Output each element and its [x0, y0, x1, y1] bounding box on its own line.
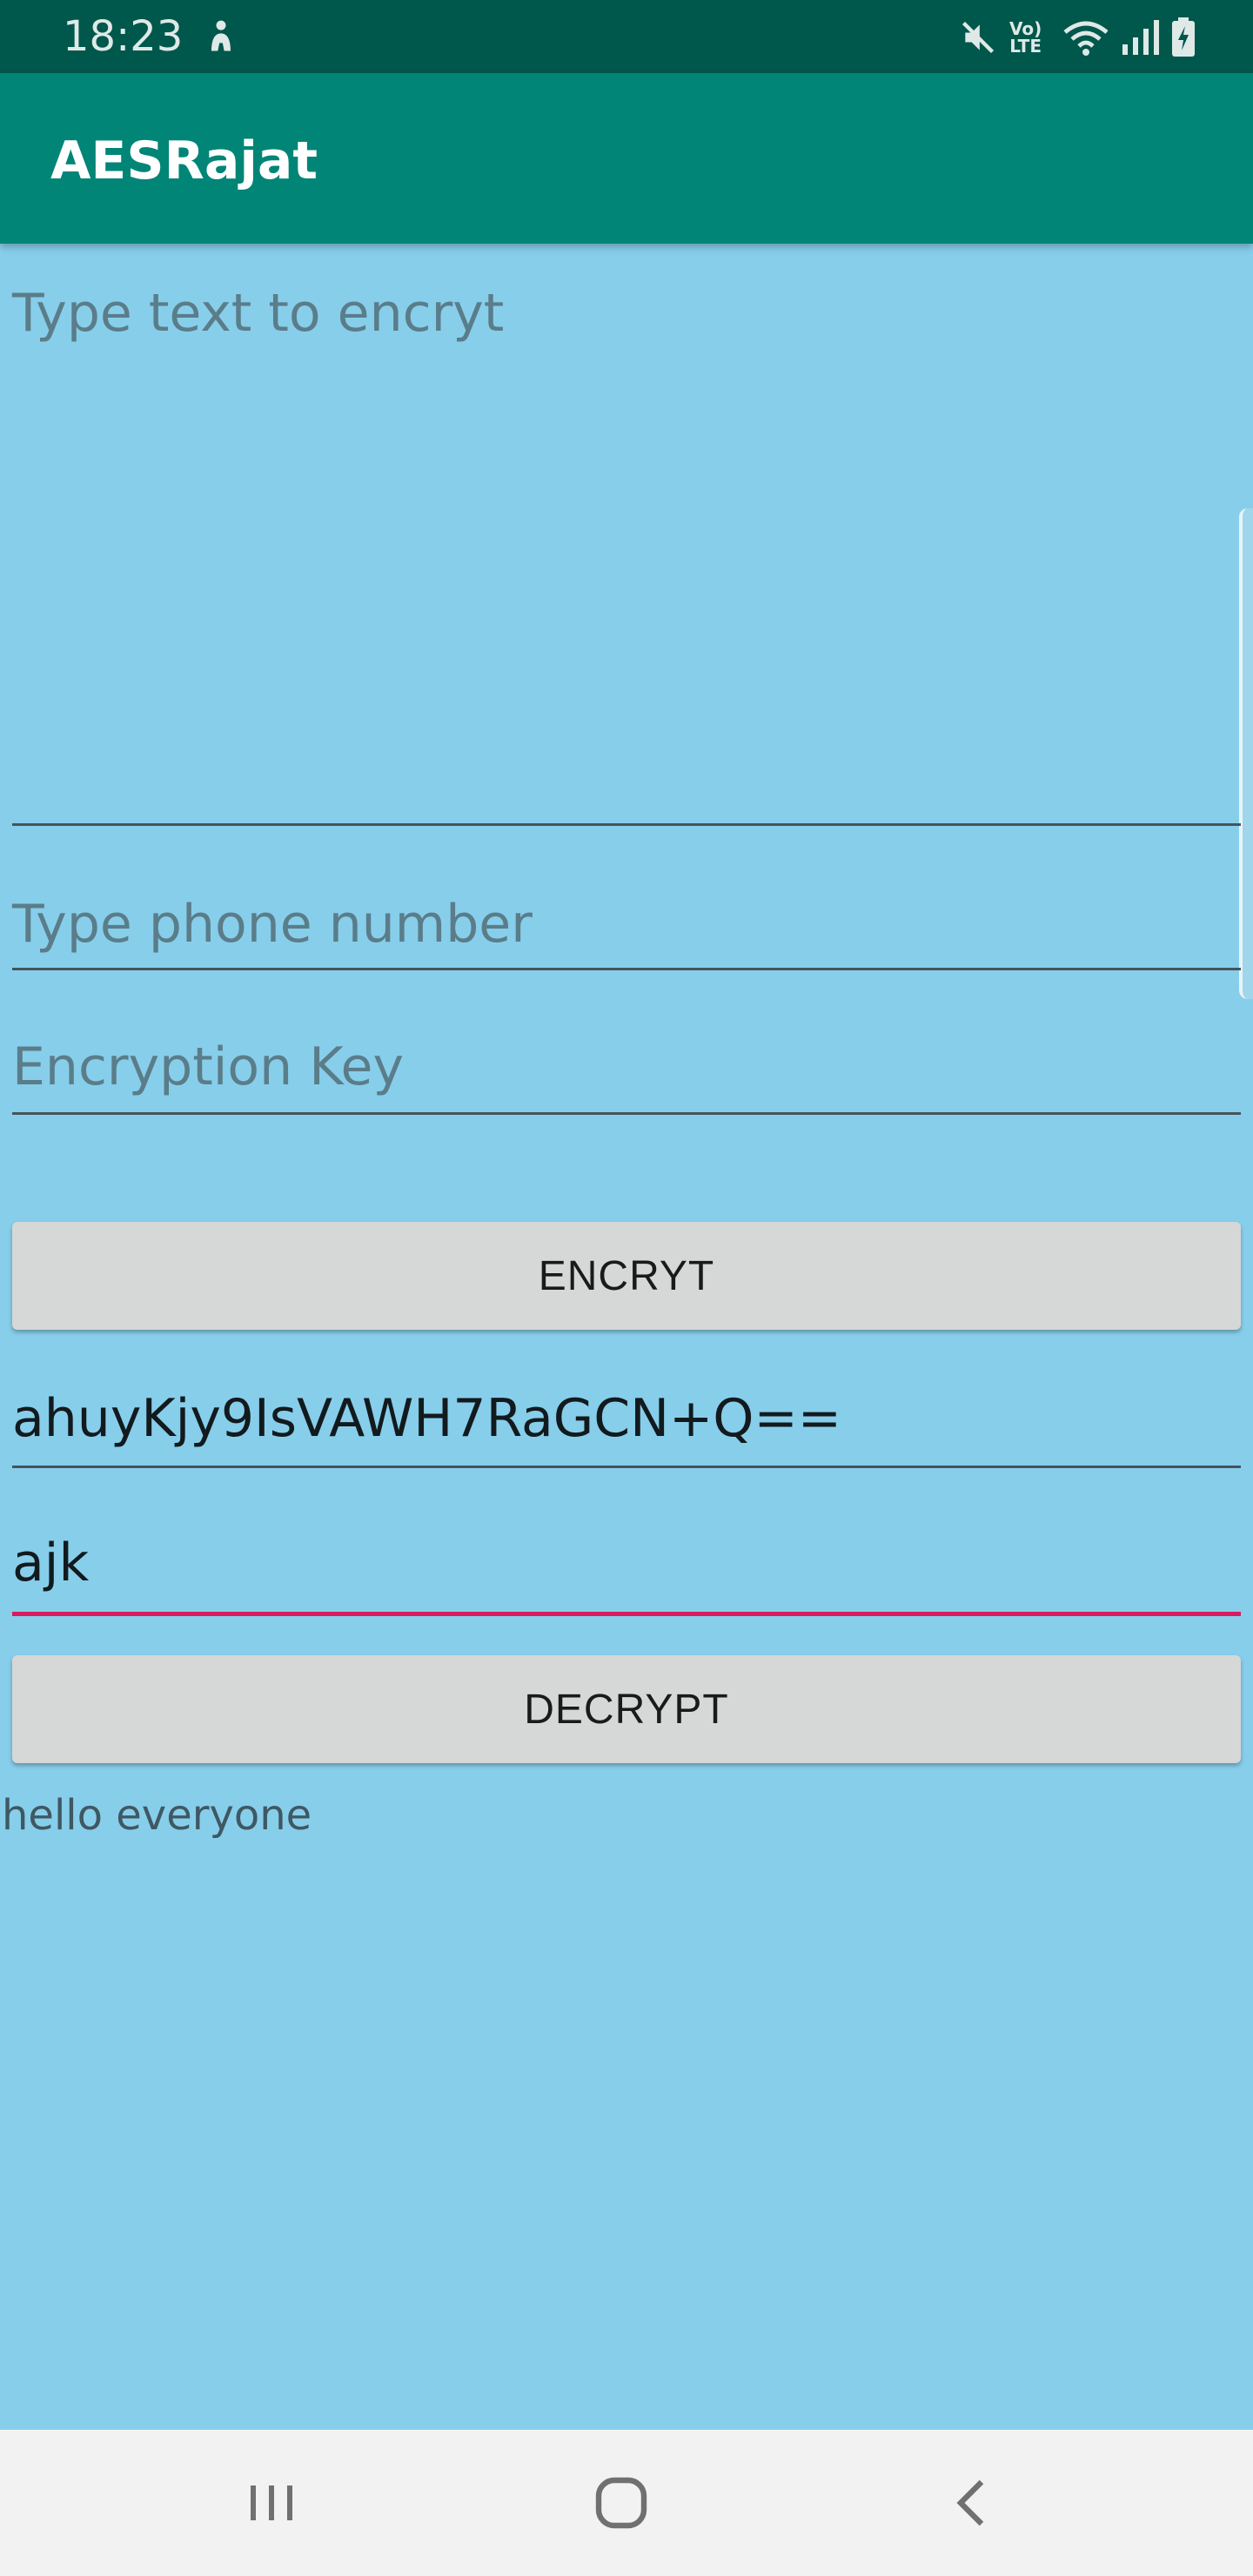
edge-panel-handle[interactable] — [1239, 508, 1253, 999]
wifi-icon — [1063, 17, 1109, 58]
decryption-key-input[interactable]: ajk — [12, 1532, 1241, 1616]
mute-icon — [959, 17, 997, 58]
encryption-key-placeholder: Encryption Key — [12, 1036, 404, 1097]
battery-charging-icon — [1171, 17, 1196, 58]
encryption-key-input[interactable]: Encryption Key — [12, 1036, 1241, 1115]
status-bar: 18:23 Vo) LTE — [0, 0, 1253, 73]
home-icon[interactable] — [586, 2468, 656, 2538]
decryption-key-value: ajk — [12, 1533, 90, 1593]
cipher-text-value: ahuyKjy9IsVAWH7RaGCN+Q== — [12, 1388, 842, 1449]
encrypt-button[interactable]: ENCRYT — [12, 1222, 1241, 1330]
app-bar: AESRajat — [0, 73, 1253, 244]
phone-placeholder: Type phone number — [12, 894, 533, 955]
recent-apps-icon[interactable] — [237, 2468, 306, 2538]
signal-icon — [1121, 17, 1159, 58]
cipher-text-field[interactable]: ahuyKjy9IsVAWH7RaGCN+Q== — [12, 1387, 1241, 1468]
accessibility-icon — [211, 20, 231, 51]
message-input[interactable]: Type text to encryt — [12, 282, 1241, 826]
status-time: 18:23 — [63, 12, 184, 61]
phone-input[interactable]: Type phone number — [12, 893, 1241, 970]
message-placeholder: Type text to encryt — [12, 283, 505, 344]
back-icon[interactable] — [936, 2468, 1006, 2538]
decrypt-button[interactable]: DECRYPT — [12, 1655, 1241, 1763]
volte-icon: Vo) LTE — [1009, 18, 1042, 57]
app-title: AESRajat — [50, 131, 318, 191]
navigation-bar — [0, 2430, 1253, 2576]
decrypted-result-text: hello everyone — [2, 1791, 312, 1840]
